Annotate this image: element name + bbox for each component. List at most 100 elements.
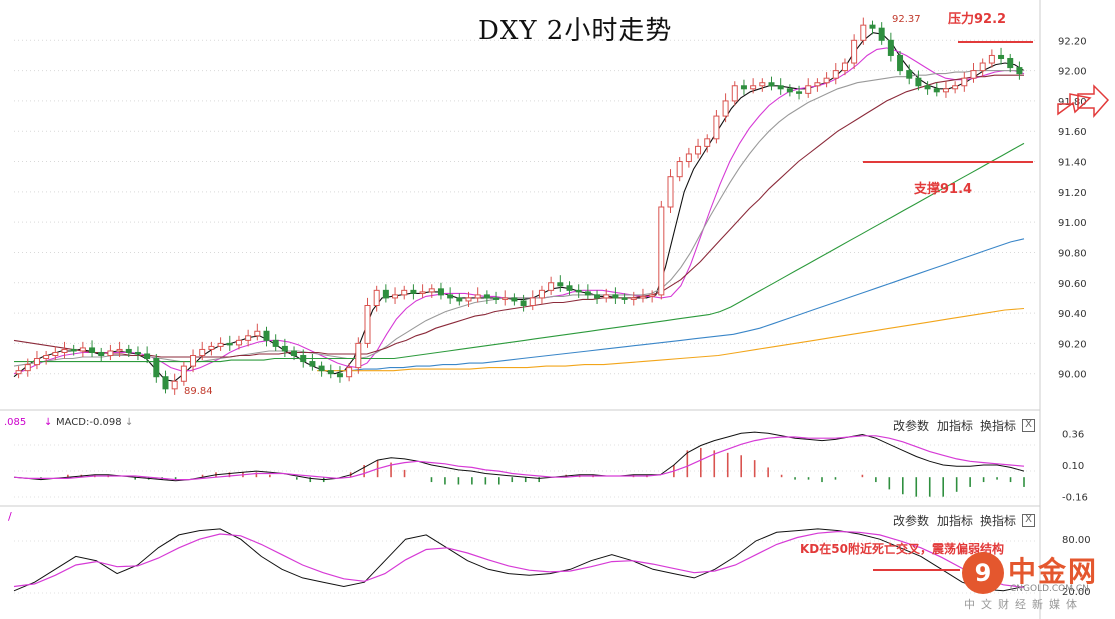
- macd-close-button[interactable]: X: [1022, 419, 1035, 432]
- candle-body: [116, 348, 123, 352]
- candle-body: [226, 342, 233, 346]
- candle-body: [327, 370, 334, 375]
- price-tick-label: 92.00: [1058, 67, 1087, 78]
- candle-body: [639, 295, 646, 299]
- candle-body: [832, 70, 839, 79]
- moving-average-lines: [13, 32, 1025, 382]
- candle-body: [162, 376, 169, 390]
- macd-readout: MACD:-0.098: [56, 417, 122, 428]
- logo-tagline: 中文财经新媒体: [964, 598, 1083, 611]
- candle-body: [61, 348, 68, 353]
- candle-body: [750, 85, 757, 90]
- price-tick-label: 90.60: [1058, 279, 1087, 290]
- price-tick-label: 91.20: [1058, 188, 1087, 199]
- ma-line-ma30: [13, 74, 1024, 358]
- candle-body: [190, 355, 197, 367]
- candle-body: [382, 289, 389, 299]
- candle-body: [979, 62, 986, 72]
- kd-tick-label: 80.00: [1062, 535, 1091, 546]
- candle-body: [456, 297, 463, 302]
- candle-body: [364, 305, 371, 344]
- candle-body: [15, 370, 22, 375]
- candle-body: [401, 289, 408, 296]
- price-tick-label: 92.20: [1058, 36, 1087, 47]
- candle-body: [483, 294, 490, 299]
- low-price-label: 89.84: [184, 386, 213, 397]
- macd-panel-plot: 0.36 0.10 -0.16: [13, 429, 1088, 504]
- candle-body: [180, 365, 187, 382]
- candle-body: [612, 294, 619, 299]
- candle-body: [392, 294, 399, 299]
- candle-body: [538, 289, 545, 299]
- price-tick-label: 91.80: [1058, 97, 1087, 108]
- candle-body: [428, 288, 435, 293]
- candle-body: [318, 365, 325, 372]
- candle-body: [70, 348, 77, 352]
- candle-body: [621, 297, 628, 300]
- macd-add-indicator-button[interactable]: 加指标: [937, 417, 973, 434]
- ma-line-ma5: [13, 32, 1025, 382]
- candle-body: [603, 294, 610, 299]
- macd-edit-params-button[interactable]: 改参数: [893, 417, 929, 434]
- candle-body: [493, 297, 500, 300]
- candle-body: [869, 24, 876, 29]
- candle-body: [731, 85, 738, 102]
- candle-body: [676, 161, 683, 178]
- chart-title: DXY 2小时走势: [478, 16, 673, 46]
- candle-body: [952, 85, 959, 90]
- candle-body: [153, 358, 160, 378]
- candle-body: [419, 291, 426, 294]
- grid-lines: [0, 0, 1041, 619]
- candle-body: [961, 77, 968, 87]
- price-tick-label: 90.00: [1058, 370, 1087, 381]
- candle-body: [704, 138, 711, 147]
- candle-body: [566, 285, 573, 291]
- kd-switch-indicator-button[interactable]: 换指标: [980, 512, 1016, 529]
- candle-body: [649, 294, 656, 297]
- candle-body: [942, 88, 949, 93]
- ma-line-ma120: [337, 238, 1025, 372]
- candle-body: [915, 77, 922, 87]
- logo-mark-icon: 9: [962, 552, 1004, 594]
- candle-body: [309, 361, 316, 367]
- kd-edit-params-button[interactable]: 改参数: [893, 512, 929, 529]
- candle-body: [851, 39, 858, 64]
- candle-body: [98, 351, 105, 357]
- price-tick-label: 90.80: [1058, 248, 1087, 259]
- candle-body: [667, 176, 674, 208]
- price-tick-label: 91.00: [1058, 218, 1087, 229]
- candle-body: [79, 347, 86, 352]
- candle-body: [897, 54, 904, 72]
- kd-close-button[interactable]: X: [1022, 514, 1035, 527]
- candle-body: [511, 297, 518, 302]
- high-price-label: 92.37: [892, 14, 921, 25]
- candle-body: [474, 294, 481, 299]
- macd-switch-indicator-button[interactable]: 换指标: [980, 417, 1016, 434]
- ma-line-ma10: [13, 47, 1025, 375]
- candle-body: [52, 351, 59, 357]
- macd-dea-line: [13, 435, 1025, 481]
- price-axis: 92.20 92.00 91.80 91.60 91.40 91.20 91.00 90.80…: [1058, 36, 1087, 380]
- candle-body: [263, 330, 270, 341]
- candle-body: [465, 297, 472, 302]
- candle-body: [33, 358, 40, 366]
- candle-body: [43, 355, 50, 360]
- macd-tick-label: 0.10: [1062, 461, 1084, 472]
- candle-body: [630, 297, 637, 300]
- macd-arrow-icon: ↓: [125, 417, 134, 428]
- candle-body: [557, 282, 564, 287]
- candle-body: [594, 294, 601, 299]
- price-tick-label: 91.60: [1058, 127, 1087, 138]
- kd-add-indicator-button[interactable]: 加指标: [937, 512, 973, 529]
- candle-body: [841, 62, 848, 72]
- annotation-overlays: [863, 41, 1110, 571]
- candle-body: [988, 54, 995, 64]
- macd-tick-label: -0.16: [1062, 493, 1088, 504]
- candle-body: [796, 91, 803, 94]
- macd-down-arrow: ↓: [44, 417, 53, 428]
- candle-body: [777, 85, 784, 90]
- candle-body: [217, 342, 224, 347]
- macd-readout-prefix: .085: [4, 417, 27, 428]
- candle-body: [134, 351, 141, 355]
- candle-body: [685, 153, 692, 163]
